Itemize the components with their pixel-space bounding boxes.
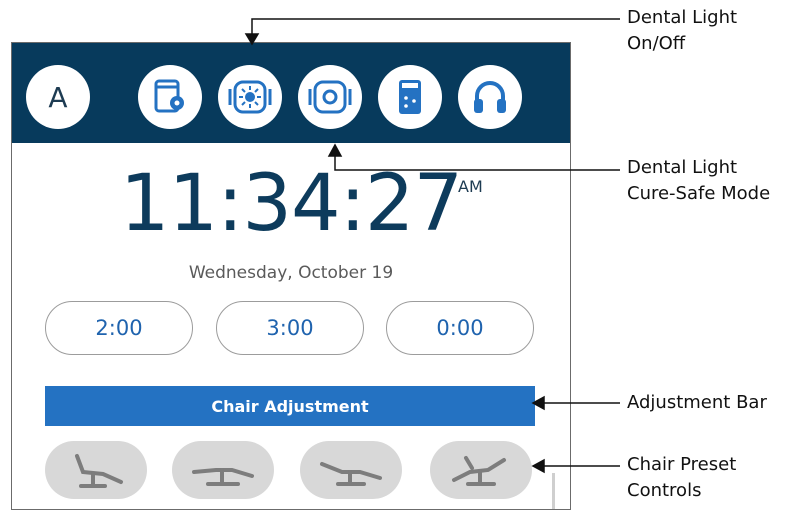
callout-light-on-off: Dental Light On/Off [627,5,737,57]
callout-cure-safe-line1: Dental Light [627,157,738,178]
callout-chair-preset-line2: Controls [627,480,702,501]
callout-cure-safe: Dental Light Cure-Safe Mode [627,155,770,207]
callout-adjustment-bar: Adjustment Bar [627,390,767,416]
callout-adjustment-bar-line1: Adjustment Bar [627,392,767,413]
callout-light-on-off-line2: On/Off [627,33,686,54]
callout-light-on-off-line1: Dental Light [627,7,738,28]
callout-cure-safe-line2: Cure-Safe Mode [627,183,771,204]
callout-lines [244,18,620,474]
callout-chair-preset: Chair Preset Controls [627,452,736,504]
callout-chair-preset-line1: Chair Preset [627,454,737,475]
